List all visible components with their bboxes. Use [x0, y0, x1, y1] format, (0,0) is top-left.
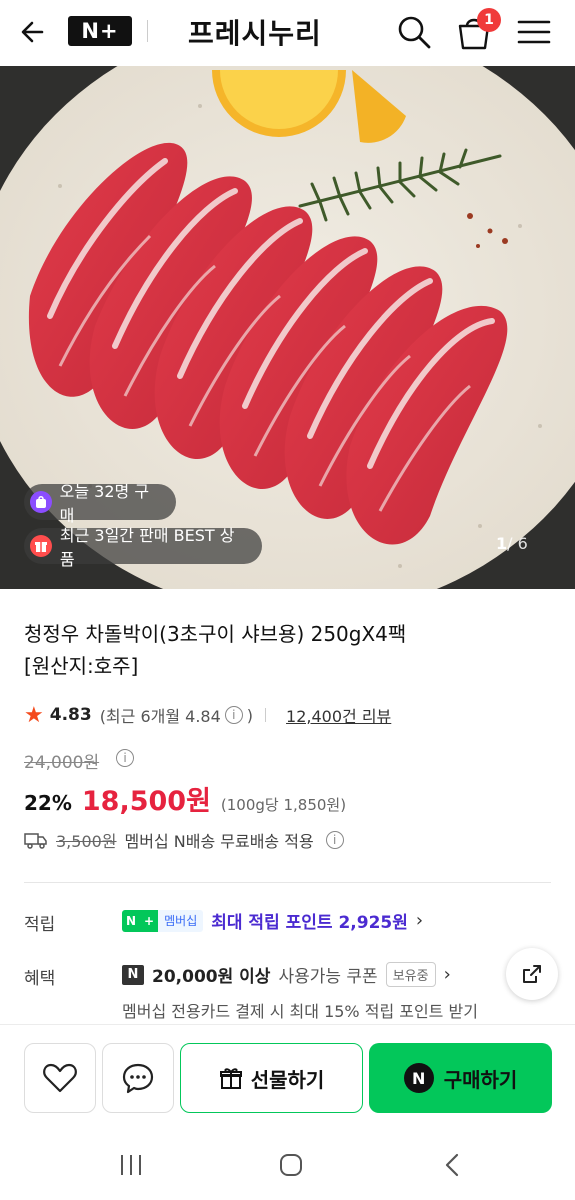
bottom-action-bar: 선물하기 N 구매하기 — [0, 1024, 575, 1130]
shipping-original-fee: 3,500원 — [56, 832, 117, 851]
review-count-link[interactable]: 12,400건 리뷰 — [286, 703, 391, 727]
nplus-logo[interactable]: N+ — [68, 16, 132, 46]
sale-price: 18,500원 — [81, 786, 211, 817]
chevron-right-icon: › — [443, 964, 451, 985]
shipping-info-icon[interactable]: i — [325, 831, 344, 849]
price-row: 22% 18,500원 (100g당 1,850원) — [24, 779, 346, 818]
membership-badge-plus: + — [140, 909, 159, 932]
logo-divider — [147, 20, 148, 42]
page-current: 1 — [496, 534, 508, 553]
today-purchase-text: 오늘 32명 구매 — [59, 482, 150, 525]
gift-box-icon — [30, 535, 52, 557]
product-title: 청정우 차돌박이(3초구이 샤브용) 250gX4팩 [원산지:호주] — [24, 618, 544, 682]
buy-button[interactable]: N 구매하기 — [369, 1043, 552, 1113]
share-icon — [523, 965, 541, 983]
max-points-text: 최대 적립 포인트 2,925원 — [211, 913, 408, 933]
menu-icon — [517, 20, 551, 44]
best-seller-text: 최근 3일간 판매 BEST 상품 — [59, 526, 235, 569]
coupon-amount: 20,000원 이상 — [152, 967, 271, 987]
store-name[interactable]: 프레시누리 — [188, 12, 322, 52]
back-arrow-icon — [21, 21, 44, 43]
heart-icon — [43, 1063, 77, 1093]
system-back-icon[interactable] — [440, 1152, 466, 1178]
search-button[interactable] — [394, 12, 434, 52]
chevron-right-icon: › — [415, 910, 424, 931]
card-benefit-text[interactable]: 멤버십 전용카드 결제 시 최대 15% 적립 포인트 받기 — [122, 998, 562, 1026]
discount-rate: 22% — [24, 791, 72, 815]
coupon-description: 사용가능 쿠폰 — [278, 967, 378, 987]
share-button[interactable] — [506, 948, 558, 1000]
product-image-carousel[interactable]: 오늘 32명 구매 최근 3일간 판매 BEST 상품 1/ 6 — [0, 66, 575, 589]
today-purchase-badge: 오늘 32명 구매 — [24, 482, 176, 525]
rating-value: 4.83 — [49, 705, 92, 725]
buy-label: 구매하기 — [443, 1067, 518, 1092]
truck-icon — [24, 833, 47, 849]
benefit-label: 혜택 — [24, 969, 56, 989]
gift-icon — [219, 1068, 242, 1089]
gift-button[interactable]: 선물하기 — [180, 1043, 363, 1113]
naver-pay-icon: N — [403, 1063, 434, 1093]
recent-apps-icon[interactable] — [116, 1152, 146, 1178]
membership-badge: N + 멤버십 — [122, 909, 204, 932]
system-nav-bar — [0, 1130, 575, 1200]
back-button[interactable] — [18, 14, 54, 50]
bag-icon — [30, 491, 52, 513]
app-header: N+ 프레시누리 1 — [0, 0, 575, 66]
rating-recent: (최근 6개월 4.84 — [99, 707, 221, 726]
membership-badge-text: 멤버십 — [158, 909, 204, 932]
points-row[interactable]: N + 멤버십 최대 적립 포인트 2,925원 › — [122, 908, 423, 933]
membership-badge-n: N — [122, 909, 141, 932]
menu-button[interactable] — [514, 14, 554, 50]
page-total: / 6 — [507, 534, 528, 553]
chat-icon — [122, 1063, 154, 1094]
section-divider — [24, 882, 551, 883]
coupon-row[interactable]: N 20,000원 이상 사용가능 쿠폰 보유중 › — [122, 962, 451, 987]
rating-separator — [265, 708, 267, 722]
unit-price: (100g당 1,850원) — [220, 796, 347, 814]
image-page-indicator: 1/ 6 — [496, 534, 528, 553]
naver-n-icon: N — [122, 964, 144, 985]
price-info-icon[interactable]: i — [116, 749, 134, 767]
gift-label: 선물하기 — [250, 1067, 325, 1092]
shipping-text: 멤버십 N배송 무료배송 적용 — [124, 832, 314, 851]
home-icon[interactable] — [278, 1152, 304, 1178]
coupon-owned-badge: 보유중 — [385, 962, 436, 987]
product-title-line1: 청정우 차돌박이(3초구이 샤브용) 250gX4팩 — [24, 622, 407, 646]
product-title-line2: [원산지:호주] — [24, 654, 139, 678]
points-label: 적립 — [24, 915, 56, 935]
cart-count-badge: 1 — [477, 8, 501, 32]
rating-recent-close: ) — [246, 705, 254, 725]
talk-button[interactable] — [102, 1043, 174, 1113]
original-price: 24,000원 — [24, 753, 100, 773]
info-icon[interactable]: i — [224, 706, 243, 724]
best-seller-badge: 최근 3일간 판매 BEST 상품 — [24, 526, 262, 569]
star-icon: ★ — [24, 702, 44, 728]
wishlist-button[interactable] — [24, 1043, 96, 1113]
search-icon — [398, 16, 431, 49]
rating-row: ★ 4.83 (최근 6개월 4.84 i ) 12,400건 리뷰 — [24, 702, 391, 728]
shipping-row: 3,500원 멤버십 N배송 무료배송 적용 i — [24, 828, 348, 852]
